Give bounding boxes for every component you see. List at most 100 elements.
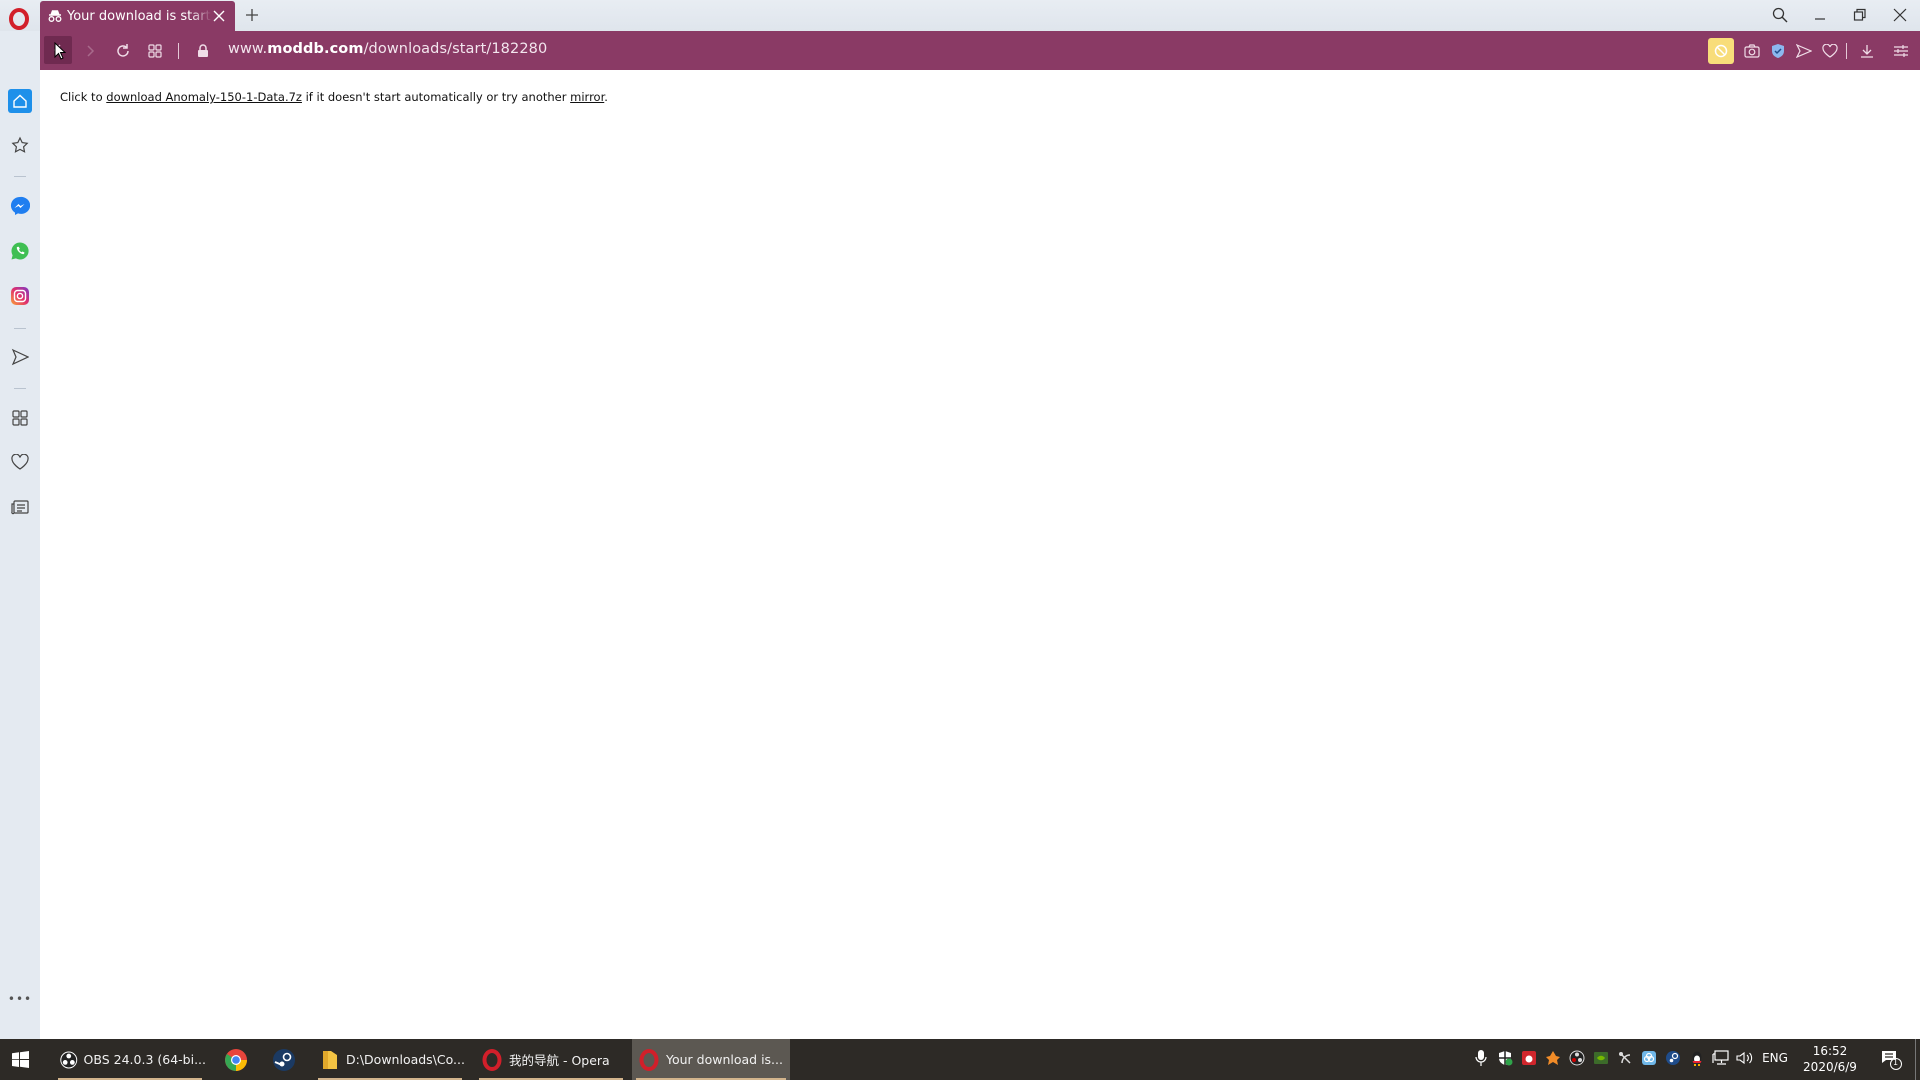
tray-microphone[interactable] <box>1472 1049 1490 1067</box>
home-icon <box>13 94 27 108</box>
microphone-icon <box>1475 1050 1487 1066</box>
mouse-cursor-icon <box>54 42 66 60</box>
close-icon <box>1893 8 1907 22</box>
my-flow-button[interactable] <box>1792 39 1816 63</box>
sidebar-item-favorites[interactable] <box>9 451 31 473</box>
sidebar-item-news[interactable] <box>9 496 31 518</box>
app-icon <box>1522 1051 1536 1065</box>
message-text: if it doesn't start automatically or try… <box>301 90 571 104</box>
windows-start-icon <box>12 1051 29 1068</box>
search-icon <box>1772 7 1788 23</box>
taskbar-item-label: OBS 24.0.3 (64-bi... <box>83 1052 206 1067</box>
download-message: Click to download Anomaly-150-1-Data.7z … <box>60 90 608 104</box>
new-tab-button[interactable] <box>243 6 261 24</box>
mirror-link[interactable]: mirror <box>570 90 604 104</box>
tray-volume[interactable] <box>1736 1049 1754 1067</box>
tray-steam[interactable] <box>1664 1049 1682 1067</box>
message-text: . <box>604 90 608 104</box>
sidebar-more-button[interactable]: ••• <box>8 988 31 1010</box>
url-path: /downloads/start/182280 <box>363 41 548 57</box>
send-icon <box>1796 44 1812 58</box>
tab-active[interactable]: Your download is starting <box>40 1 235 31</box>
whatsapp-icon <box>11 242 29 260</box>
taskbar: OBS 24.0.3 (64-bi... D:\Downloads\Co... … <box>0 1039 1920 1080</box>
show-desktop-button[interactable] <box>1915 1039 1916 1080</box>
snapshot-button[interactable] <box>1740 39 1764 63</box>
tab-close-icon[interactable] <box>211 8 227 24</box>
tray-obs[interactable] <box>1568 1049 1586 1067</box>
address-field[interactable]: www.moddb.com/downloads/start/182280 <box>228 41 547 57</box>
shield-icon <box>1499 1051 1513 1066</box>
sidebar: ••• <box>0 31 40 1039</box>
tray-app-red[interactable] <box>1520 1049 1538 1067</box>
minimize-icon <box>1815 18 1825 20</box>
tray-clock[interactable]: 16:52 2020/6/9 <box>1795 1043 1865 1075</box>
title-bar: Your download is starting <box>0 0 1920 31</box>
grid-icon <box>12 410 28 426</box>
favorites-button[interactable] <box>1818 39 1842 63</box>
tray-satellite[interactable] <box>1616 1049 1634 1067</box>
taskbar-item-opera-download[interactable]: Your download is... <box>632 1039 790 1080</box>
easy-setup-button[interactable] <box>1889 39 1913 63</box>
downloads-button[interactable] <box>1855 39 1879 63</box>
tray-network[interactable] <box>1712 1049 1730 1067</box>
download-link[interactable]: download Anomaly-150-1-Data.7z <box>106 90 302 104</box>
tray-cloud[interactable] <box>1640 1049 1658 1067</box>
sidebar-item-whatsapp[interactable] <box>9 240 31 262</box>
taskbar-item-steam[interactable] <box>266 1039 304 1080</box>
lock-icon <box>198 44 208 57</box>
forward-icon <box>87 45 95 57</box>
tray-language[interactable]: ENG <box>1760 1049 1790 1067</box>
sidebar-item-instagram[interactable] <box>9 285 31 307</box>
obs-icon <box>60 1051 78 1068</box>
action-center-button[interactable]: 1 <box>1880 1048 1902 1070</box>
nvidia-icon <box>1594 1052 1608 1064</box>
vpn-button[interactable] <box>1766 39 1790 63</box>
cloud-app-icon <box>1642 1051 1656 1065</box>
steam-icon <box>273 1048 295 1071</box>
taskbar-item-opera-nav[interactable]: 我的导航 - Opera <box>475 1039 627 1080</box>
taskbar-item-label: Your download is... <box>666 1052 783 1067</box>
reload-button[interactable] <box>111 39 135 63</box>
minimize-button[interactable] <box>1805 4 1835 26</box>
heart-icon <box>1822 44 1838 58</box>
adblock-button[interactable] <box>1708 38 1734 64</box>
tray-nvidia[interactable] <box>1592 1049 1610 1067</box>
sidebar-item-home[interactable] <box>8 89 32 113</box>
volume-icon <box>1736 1051 1753 1065</box>
adblock-icon <box>1714 44 1728 58</box>
close-window-button[interactable] <box>1885 4 1915 26</box>
incognito-icon <box>48 10 62 22</box>
taskbar-item-obs[interactable]: OBS 24.0.3 (64-bi... <box>54 1039 206 1080</box>
sidebar-item-bookmarks[interactable] <box>9 134 31 156</box>
search-tabs-button[interactable] <box>1765 4 1795 26</box>
tabs-grid-icon <box>148 44 162 58</box>
tray-avast[interactable] <box>1544 1049 1562 1067</box>
tab-title: Your download is starting <box>67 8 212 24</box>
tab-cycler-button[interactable] <box>143 39 167 63</box>
page-content: Click to download Anomaly-150-1-Data.7z … <box>40 70 1920 1039</box>
vpn-shield-icon <box>1772 44 1784 58</box>
forward-button[interactable] <box>78 39 102 63</box>
sidebar-divider <box>14 176 26 177</box>
site-security-button[interactable] <box>191 39 215 63</box>
qq-penguin-icon <box>1692 1051 1702 1066</box>
folder-icon <box>323 1050 337 1069</box>
sidebar-item-messenger[interactable] <box>9 195 31 217</box>
sidebar-divider <box>14 388 26 389</box>
sidebar-item-my-flow[interactable] <box>9 346 31 368</box>
chrome-icon <box>225 1048 247 1071</box>
opera-logo-icon[interactable] <box>8 8 30 30</box>
notifications-icon <box>1882 1051 1902 1070</box>
sidebar-item-speed-dial[interactable] <box>9 407 31 429</box>
taskbar-item-file-explorer[interactable]: D:\Downloads\Co... <box>314 1039 466 1080</box>
address-toolbar: www.moddb.com/downloads/start/182280 <box>40 31 1920 70</box>
start-button[interactable] <box>12 1039 29 1080</box>
tray-qq[interactable] <box>1688 1049 1706 1067</box>
restore-icon <box>1853 8 1866 21</box>
restore-button[interactable] <box>1845 4 1875 26</box>
easy-setup-icon <box>1894 45 1908 57</box>
tray-defender[interactable] <box>1496 1049 1514 1067</box>
taskbar-item-chrome[interactable] <box>218 1039 256 1080</box>
clock-date: 2020/6/9 <box>1803 1060 1857 1074</box>
